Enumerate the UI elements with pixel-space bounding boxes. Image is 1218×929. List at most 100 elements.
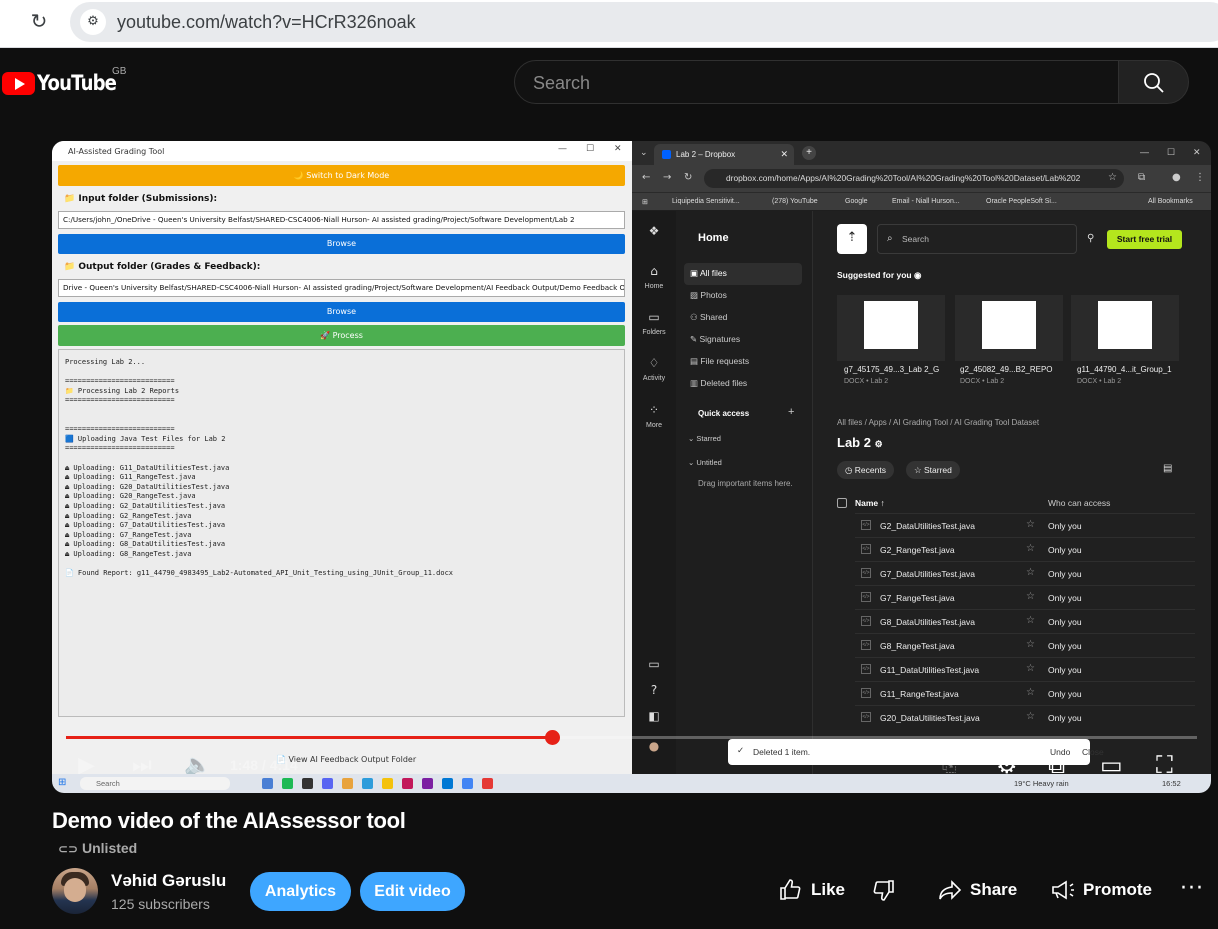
- nav-photos[interactable]: ▨ Photos: [690, 290, 727, 301]
- share-button[interactable]: Share: [970, 880, 1017, 900]
- close-icon[interactable]: ✕: [614, 144, 622, 154]
- dropbox-logo-icon[interactable]: ❖: [632, 224, 676, 243]
- file-row[interactable]: </> G7_RangeTest.java ☆ Only you: [855, 585, 1195, 609]
- taskbar-app-icon[interactable]: [382, 778, 393, 789]
- file-row[interactable]: </> G7_DataUtilitiesTest.java ☆ Only you: [855, 561, 1195, 585]
- search-input[interactable]: Search: [514, 60, 1119, 104]
- taskbar-app-icon[interactable]: [302, 778, 313, 789]
- menu-icon[interactable]: ⋮: [1195, 172, 1205, 183]
- nav-shared[interactable]: ⚇ Shared: [690, 312, 727, 323]
- file-row[interactable]: </> G11_DataUtilitiesTest.java ☆ Only you: [855, 657, 1195, 681]
- star-icon[interactable]: ☆: [1026, 663, 1035, 674]
- tab-search-icon[interactable]: ⌄: [640, 147, 648, 158]
- minimize-icon[interactable]: —: [558, 144, 567, 154]
- bookmark-email[interactable]: Email - Niall Hurson...: [892, 198, 960, 205]
- star-icon[interactable]: ☆: [1026, 687, 1035, 698]
- tab-dropbox[interactable]: Lab 2 – Dropbox ✕: [654, 144, 794, 165]
- star-icon[interactable]: ☆: [1026, 567, 1035, 578]
- promote-button[interactable]: Promote: [1083, 880, 1152, 900]
- nav-signatures[interactable]: ✎ Signatures: [690, 334, 740, 345]
- taskbar-app-icon[interactable]: [422, 778, 433, 789]
- file-row[interactable]: </> G8_DataUtilitiesTest.java ☆ Only you: [855, 609, 1195, 633]
- input-folder-field[interactable]: C:/Users/john_/OneDrive - Queen's Univer…: [58, 211, 625, 229]
- name-column-header[interactable]: Name ↑: [855, 498, 885, 508]
- rail-feedback-icon[interactable]: ▭: [632, 657, 676, 676]
- new-tab-icon[interactable]: +: [802, 146, 816, 160]
- file-row[interactable]: </> G11_RangeTest.java ☆ Only you: [855, 681, 1195, 705]
- file-row[interactable]: </> G20_DataUtilitiesTest.java ☆ Only you: [855, 705, 1195, 729]
- more-actions-icon[interactable]: ···: [1180, 876, 1204, 901]
- tab-close-icon[interactable]: ✕: [780, 149, 788, 160]
- taskbar-app-icon[interactable]: [402, 778, 413, 789]
- dropbox-search-input[interactable]: ⌕ Search: [877, 224, 1077, 254]
- input-browse-button[interactable]: Browse: [58, 234, 625, 254]
- channel-avatar[interactable]: [52, 868, 98, 914]
- like-button[interactable]: Like: [811, 880, 845, 900]
- rail-folders[interactable]: ▭ Folders: [632, 310, 676, 336]
- minimize-icon[interactable]: —: [1140, 147, 1149, 157]
- bookmark-all[interactable]: All Bookmarks: [1148, 198, 1193, 205]
- upload-button[interactable]: ⇡: [837, 224, 867, 254]
- youtube-logo[interactable]: YouTube: [2, 68, 129, 98]
- file-row[interactable]: </> G8_RangeTest.java ☆ Only you: [855, 633, 1195, 657]
- search-button[interactable]: [1118, 60, 1189, 104]
- taskbar-app-icon[interactable]: [282, 778, 293, 789]
- rail-home[interactable]: ⌂ Home: [632, 264, 676, 290]
- file-row[interactable]: </> G2_RangeTest.java ☆ Only you: [855, 537, 1195, 561]
- star-icon[interactable]: ☆: [1026, 615, 1035, 626]
- start-trial-button[interactable]: Start free trial: [1107, 230, 1182, 249]
- bookmark-oracle[interactable]: Oracle PeopleSoft Si...: [986, 198, 1057, 205]
- recents-filter[interactable]: ◷ Recents: [837, 461, 894, 479]
- video-player[interactable]: AI-Assisted Grading Tool — ☐ ✕ 🌙 Switch …: [52, 141, 1211, 793]
- rail-more[interactable]: ⁘ More: [632, 403, 676, 429]
- bookmark-youtube[interactable]: (278) YouTube: [772, 198, 818, 205]
- nav-deleted-files[interactable]: ▥ Deleted files: [690, 378, 747, 389]
- star-icon[interactable]: ☆: [1026, 591, 1035, 602]
- taskbar-app-icon[interactable]: [442, 778, 453, 789]
- scrubber-handle[interactable]: [545, 730, 560, 745]
- extensions-icon[interactable]: ⧉: [1138, 172, 1145, 183]
- maximize-icon[interactable]: ☐: [1167, 147, 1175, 158]
- analytics-button[interactable]: Analytics: [250, 872, 351, 911]
- taskbar-search[interactable]: Search: [80, 777, 230, 790]
- add-quick-access-icon[interactable]: +: [788, 406, 794, 418]
- windows-start-icon[interactable]: ⊞: [58, 777, 66, 788]
- bookmark-google[interactable]: Google: [845, 198, 868, 205]
- channel-name[interactable]: Vəhid Gəruslu: [111, 871, 226, 891]
- dropbox-address-bar[interactable]: dropbox.com/home/Apps/AI%20Grading%20Too…: [704, 169, 1124, 188]
- star-icon[interactable]: ☆: [1026, 711, 1035, 722]
- output-folder-field[interactable]: Drive - Queen's University Belfast/SHARE…: [58, 279, 625, 297]
- panel-toggle-icon[interactable]: ◧: [632, 709, 676, 728]
- forward-icon[interactable]: →: [663, 172, 671, 183]
- promote-icon[interactable]: [1050, 878, 1076, 902]
- taskbar-app-icon[interactable]: [262, 778, 273, 789]
- breadcrumb[interactable]: All files / Apps / AI Grading Tool / AI …: [837, 418, 1039, 427]
- like-icon[interactable]: [778, 878, 802, 902]
- taskbar-app-icon[interactable]: [342, 778, 353, 789]
- site-settings-icon[interactable]: ⚙: [80, 9, 106, 35]
- share-icon[interactable]: [938, 878, 962, 902]
- rail-activity[interactable]: ♢ Activity: [632, 356, 676, 382]
- output-browse-button[interactable]: Browse: [58, 302, 625, 322]
- address-bar[interactable]: ⚙ youtube.com/watch?v=HCrR326noak: [70, 2, 1218, 42]
- reload-icon[interactable]: ↻: [28, 10, 50, 32]
- nav-all-files[interactable]: ▣ All files: [690, 268, 727, 279]
- nav-file-requests[interactable]: ▤ File requests: [690, 356, 749, 367]
- untitled-section[interactable]: ⌄ Untitled: [688, 458, 722, 467]
- taskbar-app-icon[interactable]: [322, 778, 333, 789]
- starred-section[interactable]: ⌄ Starred: [688, 434, 721, 443]
- taskbar-app-icon[interactable]: [462, 778, 473, 789]
- star-icon[interactable]: ☆: [1026, 639, 1035, 650]
- avatar-icon[interactable]: ●: [632, 739, 676, 758]
- close-icon[interactable]: ✕: [1193, 147, 1201, 158]
- dislike-icon[interactable]: [872, 878, 896, 902]
- dark-mode-button[interactable]: 🌙 Switch to Dark Mode: [58, 165, 625, 186]
- starred-filter[interactable]: ☆ Starred: [906, 461, 960, 479]
- process-button[interactable]: 🚀 Process: [58, 325, 625, 346]
- help-icon[interactable]: ?: [632, 683, 676, 702]
- progress-bar[interactable]: [66, 736, 1197, 739]
- suggested-thumb-1[interactable]: [837, 295, 945, 361]
- select-all-checkbox[interactable]: [837, 498, 847, 508]
- invite-icon[interactable]: ⚲: [1087, 233, 1094, 244]
- star-icon[interactable]: ☆: [1026, 543, 1035, 554]
